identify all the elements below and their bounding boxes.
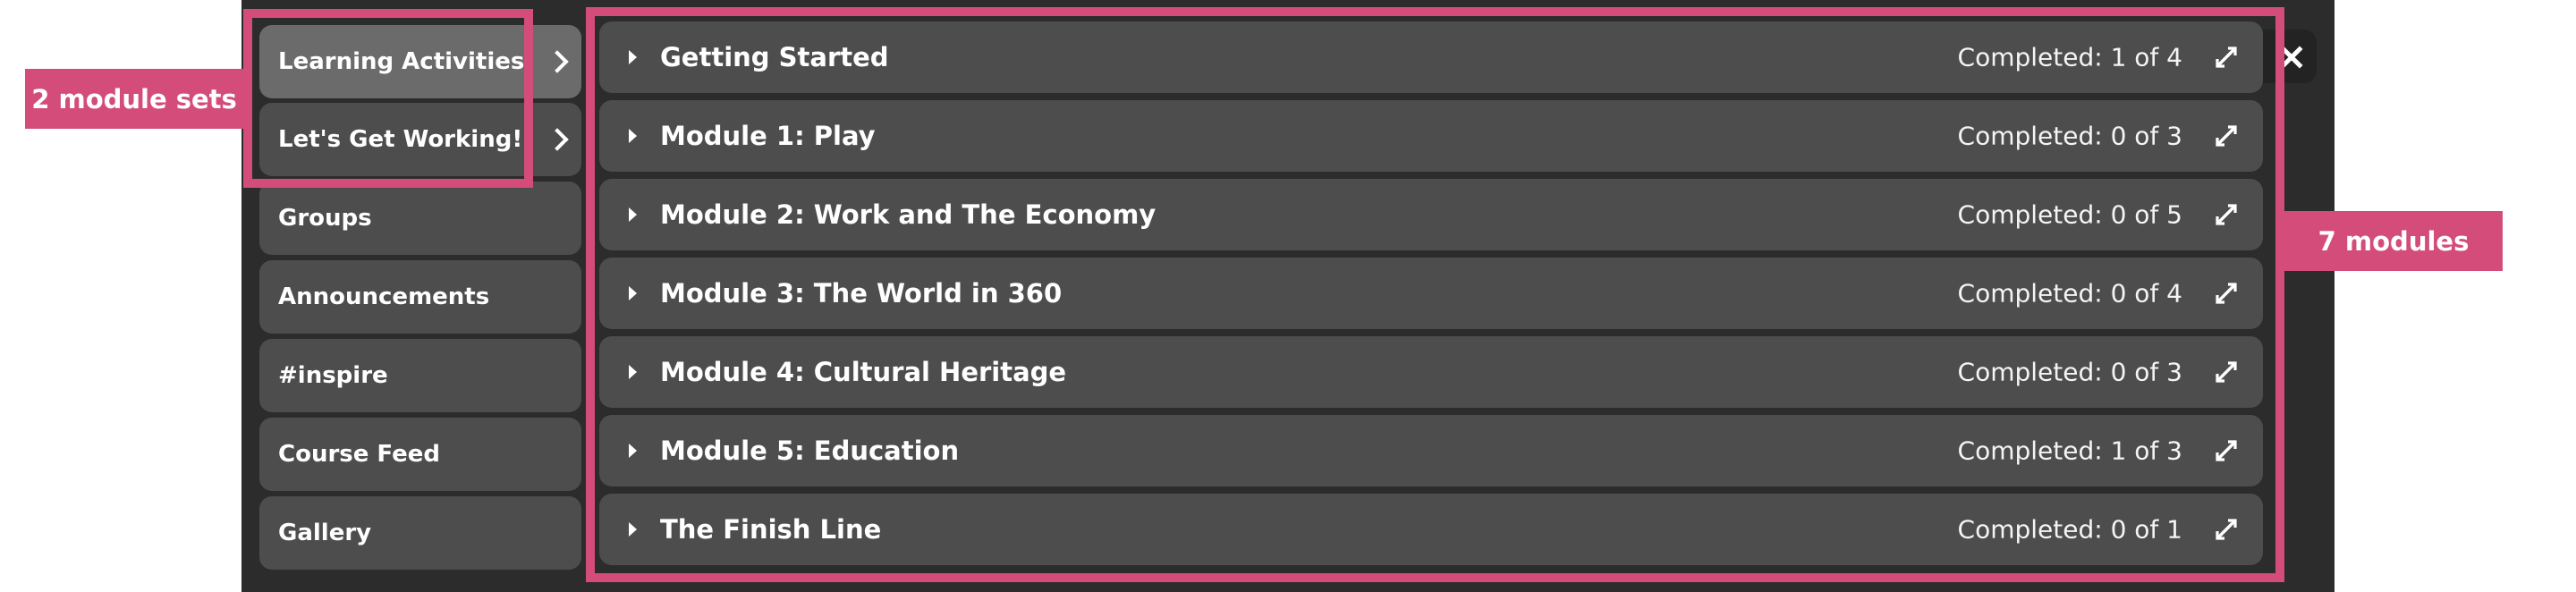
module-completion-status: Completed: 0 of 5 [1957, 199, 2182, 230]
caret-right-icon[interactable] [629, 129, 637, 143]
module-row[interactable]: Module 4: Cultural Heritage Completed: 0… [599, 336, 2263, 408]
close-icon [2280, 46, 2303, 69]
module-sets-callout-label: 2 module sets [31, 83, 237, 114]
module-title: Getting Started [660, 42, 889, 72]
module-row[interactable]: Module 2: Work and The Economy Completed… [599, 179, 2263, 250]
modules-callout-label: 7 modules [2318, 225, 2470, 257]
caret-right-icon[interactable] [629, 522, 637, 537]
sidebar-item-label: Gallery [278, 520, 372, 546]
expand-arrows-icon[interactable] [2215, 124, 2238, 148]
caret-right-icon[interactable] [629, 286, 637, 300]
close-button[interactable] [2263, 30, 2317, 83]
sidebar-item-label: Groups [278, 205, 372, 232]
caret-right-icon[interactable] [629, 50, 637, 64]
module-title: Module 1: Play [660, 121, 876, 151]
sidebar-item-course-feed[interactable]: Course Feed [259, 418, 581, 491]
sidebar-item-gallery[interactable]: Gallery [259, 496, 581, 570]
module-completion-status: Completed: 0 of 4 [1957, 278, 2182, 309]
sidebar-item-label: #inspire [278, 362, 388, 389]
caret-right-icon[interactable] [629, 207, 637, 222]
sidebar-item-label: Course Feed [278, 441, 441, 468]
sidebar-item-label: Announcements [278, 283, 490, 310]
module-title: The Finish Line [660, 514, 882, 545]
module-row[interactable]: Module 3: The World in 360 Completed: 0 … [599, 258, 2263, 329]
module-title: Module 2: Work and The Economy [660, 199, 1157, 230]
sidebar-item-announcements[interactable]: Announcements [259, 260, 581, 334]
module-sets-callout: 2 module sets [25, 69, 243, 129]
expand-arrows-icon[interactable] [2215, 203, 2238, 226]
caret-right-icon[interactable] [629, 444, 637, 458]
module-row[interactable]: Getting Started Completed: 1 of 4 [599, 21, 2263, 93]
caret-right-icon[interactable] [629, 365, 637, 379]
module-completion-status: Completed: 0 of 3 [1957, 357, 2182, 387]
sidebar-item-groups[interactable]: Groups [259, 182, 581, 255]
module-completion-status: Completed: 1 of 4 [1957, 42, 2182, 72]
module-title: Module 5: Education [660, 436, 960, 466]
sidebar-item-inspire[interactable]: #inspire [259, 339, 581, 412]
sidebar-item-label: Let's Get Working! [278, 126, 523, 153]
module-title: Module 4: Cultural Heritage [660, 357, 1067, 387]
expand-arrows-icon[interactable] [2215, 518, 2238, 541]
module-completion-status: Completed: 1 of 3 [1957, 436, 2182, 466]
expand-arrows-icon[interactable] [2215, 282, 2238, 305]
modules-callout: 7 modules [2284, 211, 2503, 271]
sidebar-item-lets-get-working[interactable]: Let's Get Working! [259, 103, 581, 176]
sidebar-item-learning-activities[interactable]: Learning Activities [259, 25, 581, 98]
module-row[interactable]: Module 1: Play Completed: 0 of 3 [599, 100, 2263, 172]
expand-arrows-icon[interactable] [2215, 439, 2238, 462]
sidebar-item-label: Learning Activities [278, 48, 525, 75]
expand-arrows-icon[interactable] [2215, 360, 2238, 384]
module-title: Module 3: The World in 360 [660, 278, 1063, 309]
module-row[interactable]: Module 5: Education Completed: 1 of 3 [599, 415, 2263, 486]
chevron-right-icon [546, 128, 569, 151]
module-row[interactable]: The Finish Line Completed: 0 of 1 [599, 494, 2263, 565]
expand-arrows-icon[interactable] [2215, 46, 2238, 69]
module-completion-status: Completed: 0 of 3 [1957, 121, 2182, 151]
module-completion-status: Completed: 0 of 1 [1957, 514, 2182, 545]
chevron-right-icon [546, 50, 569, 73]
